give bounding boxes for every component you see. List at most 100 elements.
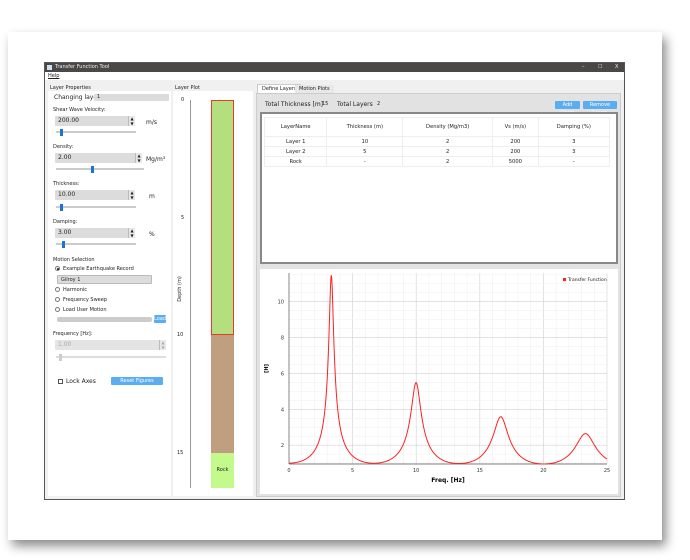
menu-help[interactable]: Help (48, 73, 59, 79)
menu-bar: Help (45, 72, 624, 80)
define-layers-tab-panel: Total Thickness [m] 15 Total Layers 2 Ad… (256, 93, 621, 497)
x-tick-label: 15 (477, 468, 483, 474)
slider-handle[interactable] (60, 128, 63, 136)
spin-arrows-icon[interactable]: ▲ ▼ (128, 116, 135, 126)
table-cell[interactable]: 3 (537, 136, 611, 147)
column-header[interactable]: Vs (m/s) (492, 117, 539, 137)
table-row[interactable]: Rock -2 5000- (263, 156, 611, 167)
table-cell[interactable]: 5 (326, 146, 404, 157)
app-icon (47, 65, 52, 70)
radio-harmonic[interactable]: Harmonic (55, 287, 87, 293)
layers-table-container: LayerName Thickness (m) Density (Mg/m3) Vs … (260, 112, 618, 264)
table-cell[interactable]: 5000 (492, 156, 539, 167)
density-label: Density: (53, 144, 74, 150)
chart-svg: 0 5 10 15 20 25 2 4 6 8 10 Freq. [Hz] [H] Transfer Fu… (264, 273, 610, 484)
vs-slider[interactable] (56, 128, 136, 136)
thickness-slider[interactable] (56, 203, 136, 211)
column-header[interactable]: Damping (%) (537, 117, 611, 137)
layer-1-block[interactable] (211, 100, 234, 335)
thickness-spinbox[interactable]: 10.00 ▲ ▼ (55, 190, 135, 200)
damping-slider[interactable] (56, 240, 136, 248)
slider-handle[interactable] (62, 240, 66, 248)
total-layers-value: 2 (377, 101, 381, 107)
tab-motion-plots[interactable]: Motion Plots (295, 85, 334, 93)
table-cell[interactable]: - (537, 156, 611, 167)
changing-layer-field: 1 (94, 94, 169, 101)
y-tick-label: 6 (281, 371, 284, 377)
x-tick-label: 5 (351, 468, 354, 474)
title-bar: Transfer Function Tool – ☐ X (45, 63, 624, 72)
radio-icon (55, 266, 60, 271)
column-header[interactable]: LayerName (263, 117, 328, 137)
thickness-value: 10.00 (58, 191, 76, 198)
damping-spinbox[interactable]: 3.00 ▲ ▼ (55, 228, 135, 238)
column-header[interactable]: Density (Mg/m3) (402, 117, 494, 137)
thickness-unit: m (149, 193, 155, 200)
rock-block[interactable]: Rock (211, 453, 234, 488)
table-row[interactable]: Layer 2 5 2 200 3 (263, 146, 611, 157)
total-layers-label: Total Layers (337, 101, 373, 108)
column-header[interactable]: Thickness (m) (326, 117, 404, 137)
y-tick-label: 4 (281, 407, 284, 413)
radio-icon (55, 287, 60, 292)
table-cell[interactable]: Layer 2 (263, 146, 328, 157)
damping-label: Damping: (53, 219, 78, 225)
slider-handle[interactable] (60, 203, 63, 211)
radio-earthquake[interactable]: Example Earthquake Record (55, 266, 134, 272)
layers-table: LayerName Thickness (m) Density (Mg/m3) Vs … (263, 117, 611, 167)
table-cell[interactable]: 2 (402, 156, 494, 167)
density-slider[interactable] (56, 165, 144, 173)
depth-tick: 0 (181, 97, 185, 103)
density-spinbox[interactable]: 2.00 ▲ ▼ (55, 153, 142, 163)
frequency-slider[interactable] (56, 353, 166, 361)
add-layer-button[interactable]: Add Layer (555, 101, 580, 116)
checkbox-icon (58, 379, 63, 384)
lock-axes-checkbox[interactable]: Lock Axes (58, 378, 96, 385)
minimize-button[interactable]: – (582, 63, 585, 72)
total-thickness-label: Total Thickness [m] (265, 101, 324, 108)
table-cell[interactable]: Layer 1 (263, 136, 328, 147)
spin-arrows-icon[interactable]: ▲ ▼ (159, 340, 166, 350)
maximize-button[interactable]: ☐ (598, 63, 602, 72)
depth-axis-label: Depth (m) (176, 276, 183, 302)
table-cell[interactable]: 200 (492, 136, 539, 147)
table-cell[interactable]: 200 (492, 146, 539, 157)
layer-plot-panel: 0 5 10 15 Depth (m) Rock (173, 91, 253, 496)
remove-layer-button[interactable]: Remove Layer (583, 101, 617, 116)
record-dropdown[interactable]: Gilroy 1 (57, 275, 152, 284)
motion-selection-title: Motion Selection (53, 257, 95, 263)
close-button[interactable]: X (615, 63, 618, 72)
table-cell[interactable]: 2 (402, 146, 494, 157)
radio-label: Example Earthquake Record (63, 266, 134, 272)
vs-unit: m/s (146, 119, 157, 126)
load-button[interactable]: Load (154, 315, 166, 323)
table-cell[interactable]: - (326, 156, 404, 167)
table-cell[interactable]: 10 (326, 136, 404, 147)
layer-2-block[interactable] (211, 335, 234, 453)
vs-spinbox[interactable]: 200.00 ▲ ▼ (55, 116, 135, 126)
spin-arrows-icon[interactable]: ▲ ▼ (128, 190, 135, 200)
reset-figures-button[interactable]: Reset Figures (111, 377, 163, 385)
slider-handle[interactable] (59, 353, 63, 361)
slider-handle[interactable] (91, 165, 95, 173)
thickness-label: Thickness: (53, 181, 80, 187)
lock-axes-label: Lock Axes (66, 378, 96, 385)
y-axis-label: [H] (264, 364, 270, 373)
rock-label: Rock (216, 467, 229, 473)
x-axis-label: Freq. [Hz] (431, 477, 465, 484)
table-cell[interactable]: 2 (402, 136, 494, 147)
radio-load-user-motion[interactable]: Load User Motion (55, 307, 107, 313)
frequency-spinbox[interactable]: 1.00 ▲ ▼ (55, 340, 166, 350)
table-cell[interactable]: Rock (263, 156, 328, 167)
radio-frequency-sweep[interactable]: Frequency Sweep (55, 297, 107, 303)
spin-arrows-icon[interactable]: ▲ ▼ (135, 153, 142, 163)
table-row[interactable]: Layer 1 10 2 200 3 (263, 136, 611, 147)
table-cell[interactable]: 3 (537, 146, 611, 157)
spin-arrows-icon[interactable]: ▲ ▼ (128, 228, 135, 238)
x-tick-label: 25 (604, 468, 610, 474)
motion-file-field[interactable] (57, 317, 152, 322)
x-tick-label: 0 (287, 468, 290, 474)
x-tick-label: 10 (413, 468, 419, 474)
x-tick-label: 20 (540, 468, 546, 474)
radio-icon (55, 297, 60, 302)
